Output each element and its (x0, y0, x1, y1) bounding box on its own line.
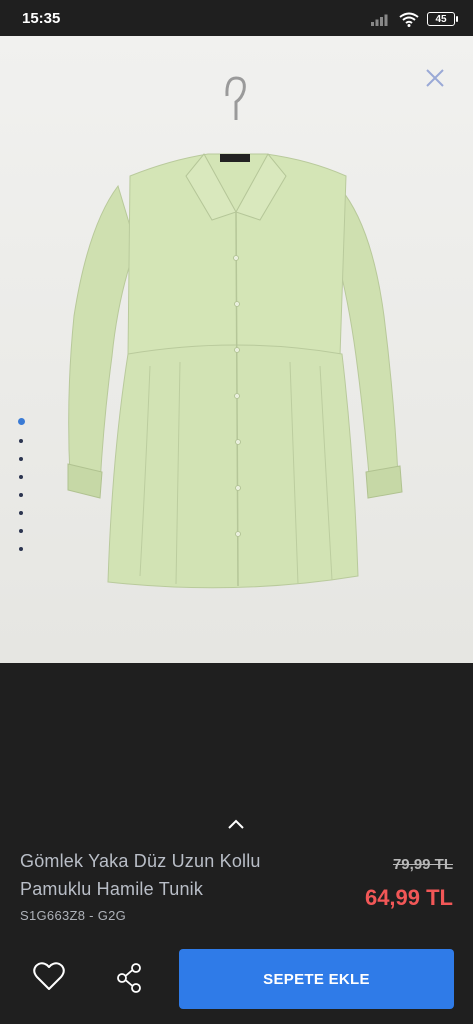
image-pager-dots (16, 418, 26, 565)
share-icon (117, 963, 141, 993)
status-bar: 15:35 45 (0, 0, 473, 36)
close-button[interactable] (423, 66, 447, 90)
new-price: 64,99 TL (364, 885, 453, 910)
heart-icon (33, 962, 65, 990)
pager-dot[interactable] (19, 493, 23, 497)
pager-dot[interactable] (19, 475, 23, 479)
expand-details-button[interactable] (224, 814, 248, 834)
product-photo (0, 36, 473, 663)
signal-icon (371, 14, 388, 26)
product-title: Gömlek Yaka Düz Uzun Kollu Pamuklu Hamil… (20, 851, 261, 899)
product-image-gallery[interactable] (0, 36, 473, 663)
add-to-cart-label: SEPETE EKLE (263, 970, 370, 988)
pager-dot[interactable] (19, 529, 23, 533)
pager-dot[interactable] (19, 547, 23, 551)
share-button[interactable] (114, 962, 144, 994)
chevron-up-icon (228, 819, 244, 829)
status-icons: 45 (371, 9, 458, 29)
pager-dot[interactable] (19, 511, 23, 515)
close-icon (426, 69, 444, 87)
old-price: 79,99 TL (392, 856, 453, 873)
status-time: 15:35 (22, 10, 61, 27)
product-sku: S1G663Z8 - G2G (20, 908, 127, 923)
add-to-cart-button[interactable]: SEPETE EKLE (179, 949, 454, 1009)
battery-icon: 45 (427, 12, 458, 26)
wifi-icon (399, 12, 419, 27)
pager-dot[interactable] (19, 457, 23, 461)
pager-dot[interactable] (17, 418, 25, 425)
favorite-button[interactable] (32, 960, 66, 994)
pager-dot[interactable] (19, 439, 23, 443)
battery-level: 45 (435, 13, 447, 25)
